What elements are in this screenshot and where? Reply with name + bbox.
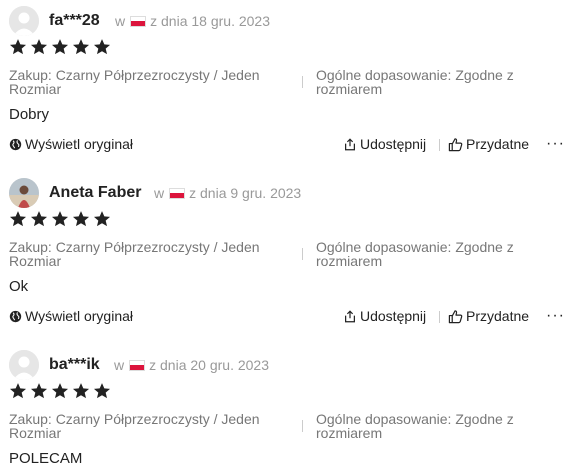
poland-flag-icon (129, 359, 146, 371)
star-icon (9, 383, 27, 399)
star-icon (30, 211, 48, 227)
star-icon (9, 39, 27, 55)
star-icon (51, 39, 69, 55)
star-icon (72, 39, 90, 55)
helpful-button[interactable]: Przydatne (448, 308, 529, 324)
purchase-line2: Rozmiar (9, 425, 62, 441)
helpful-label: Przydatne (466, 308, 530, 324)
divider (302, 76, 303, 88)
star-icon (93, 39, 111, 55)
purchase-info: Zakup: Czarny Półprzezroczysty / Jeden R… (9, 240, 260, 268)
purchase-line2: Rozmiar (9, 253, 62, 269)
review-meta: w z dnia 20 gru. 2023 (114, 357, 269, 373)
share-icon (345, 309, 355, 322)
fit-line2: rozmiarem (316, 425, 383, 441)
star-rating (9, 382, 111, 400)
purchase-line2: Rozmiar (9, 81, 62, 97)
star-icon (72, 383, 90, 399)
fit-line2: rozmiarem (316, 81, 383, 97)
divider (302, 420, 303, 432)
in-word: w (154, 185, 165, 201)
share-button[interactable]: Udostępnij (343, 308, 426, 324)
fit-info: Ogólne dopasowanie: Zgodne z rozmiarem (316, 240, 514, 268)
review-meta: w z dnia 9 gru. 2023 (154, 185, 301, 201)
thumbs-up-icon (448, 137, 463, 151)
star-icon (9, 211, 27, 227)
in-word: w (114, 357, 125, 373)
poland-flag-icon (169, 187, 186, 199)
poland-flag-icon (130, 15, 147, 27)
view-original-label: Wyświetl oryginał (25, 308, 134, 324)
more-options-button[interactable]: ··· (546, 135, 565, 153)
review-date: z dnia 9 gru. 2023 (189, 185, 302, 201)
review-date: z dnia 20 gru. 2023 (149, 357, 269, 373)
share-label: Udostępnij (360, 308, 427, 324)
fit-line1: Ogólne dopasowanie: Zgodne z (316, 67, 514, 83)
helpful-button[interactable]: Przydatne (448, 136, 529, 152)
review-text: Dobry (9, 106, 50, 123)
share-icon (345, 137, 355, 150)
avatar[interactable] (9, 6, 39, 36)
reviewer-name: ba***ik (49, 356, 100, 373)
star-icon (93, 211, 111, 227)
share-button[interactable]: Udostępnij (343, 136, 426, 152)
reviewer-name: fa***28 (49, 12, 100, 29)
action-divider (439, 311, 440, 323)
helpful-label: Przydatne (466, 136, 530, 152)
thumbs-up-icon (448, 309, 463, 323)
review-text: Ok (9, 278, 29, 295)
purchase-line1: Zakup: Czarny Półprzezroczysty / Jeden (9, 67, 260, 83)
fit-line1: Ogólne dopasowanie: Zgodne z (316, 239, 514, 255)
fit-line2: rozmiarem (316, 253, 383, 269)
more-options-button[interactable]: ··· (546, 307, 565, 325)
avatar[interactable] (9, 178, 39, 208)
divider (302, 248, 303, 260)
star-rating (9, 38, 111, 56)
review-text: POLECAM (9, 450, 83, 467)
star-icon (93, 383, 111, 399)
purchase-info: Zakup: Czarny Półprzezroczysty / Jeden R… (9, 412, 260, 440)
fit-info: Ogólne dopasowanie: Zgodne z rozmiarem (316, 68, 514, 96)
star-rating (9, 210, 111, 228)
reviewer-name: Aneta Faber (49, 184, 142, 201)
review-date: z dnia 18 gru. 2023 (150, 13, 270, 29)
action-divider (439, 139, 440, 151)
globe-icon (9, 138, 22, 150)
star-icon (30, 39, 48, 55)
share-label: Udostępnij (360, 136, 427, 152)
fit-info: Ogólne dopasowanie: Zgodne z rozmiarem (316, 412, 514, 440)
review-actions: Wyświetl oryginał Udostępnij Przydatne ·… (0, 307, 582, 327)
star-icon (30, 383, 48, 399)
view-original-button[interactable]: Wyświetl oryginał (9, 308, 133, 324)
fit-line1: Ogólne dopasowanie: Zgodne z (316, 411, 514, 427)
purchase-info: Zakup: Czarny Półprzezroczysty / Jeden R… (9, 68, 260, 96)
purchase-line1: Zakup: Czarny Półprzezroczysty / Jeden (9, 411, 260, 427)
globe-icon (9, 310, 22, 322)
star-icon (72, 211, 90, 227)
avatar[interactable] (9, 350, 39, 380)
purchase-line1: Zakup: Czarny Półprzezroczysty / Jeden (9, 239, 260, 255)
star-icon (51, 383, 69, 399)
review-meta: w z dnia 18 gru. 2023 (115, 13, 270, 29)
view-original-button[interactable]: Wyświetl oryginał (9, 136, 133, 152)
in-word: w (115, 13, 126, 29)
view-original-label: Wyświetl oryginał (25, 136, 134, 152)
star-icon (51, 211, 69, 227)
review-actions: Wyświetl oryginał Udostępnij Przydatne ·… (0, 135, 582, 155)
